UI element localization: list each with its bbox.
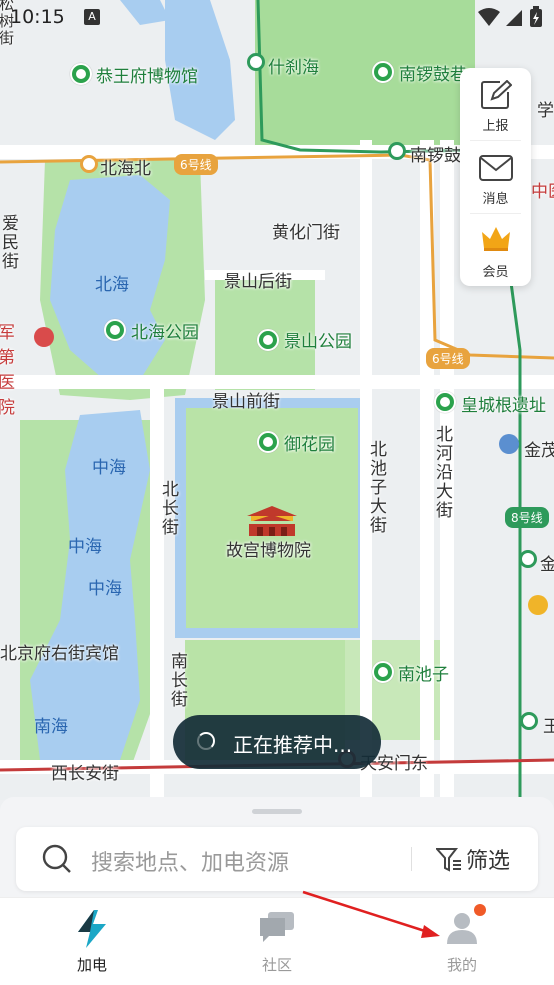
poi-label[interactable]: 南锣鼓巷	[399, 60, 467, 85]
poi-label[interactable]: 什刹海	[268, 53, 319, 78]
divider	[411, 847, 412, 871]
poi-label[interactable]: 学	[537, 96, 554, 121]
road-label: 黄化门街	[272, 223, 340, 243]
poi-label[interactable]: 景山公园	[284, 327, 352, 352]
tab-bar: 加电 社区 我的	[0, 897, 554, 985]
metro-station-icon	[520, 712, 538, 730]
poi-label[interactable]: 金茂	[524, 436, 554, 461]
map-float-panel: 上报 消息 会员	[460, 68, 531, 286]
drag-handle[interactable]	[252, 809, 302, 814]
camera-poi-icon	[257, 329, 279, 351]
road-label: 爱民街	[0, 214, 18, 271]
filter-button[interactable]: 筛选	[466, 843, 510, 875]
water-label: 北海	[95, 275, 129, 295]
tab-community[interactable]: 社区	[217, 898, 337, 985]
road-label: 西长安街	[51, 764, 119, 784]
status-icons	[476, 6, 546, 28]
water-label: 中海	[92, 458, 126, 478]
road-label: 景山后街	[224, 272, 292, 292]
poi-label[interactable]: 中医	[531, 177, 554, 202]
lightning-icon	[78, 910, 106, 948]
water-label: 中海	[68, 537, 102, 557]
message-label: 消息	[482, 192, 509, 207]
hospital-icon	[34, 327, 54, 347]
garden-poi-icon	[257, 431, 279, 453]
crown-icon	[482, 227, 510, 251]
loading-toast: 正在推荐中...	[173, 715, 381, 769]
status-time: 10:15	[10, 6, 65, 28]
road-label: 南长街	[167, 652, 187, 709]
tab-charge[interactable]: 加电	[32, 898, 152, 985]
tab-mine[interactable]: 我的	[402, 898, 522, 985]
metro-line-badge: 8号线	[505, 507, 549, 528]
notification-icon: A	[84, 9, 100, 25]
poi-yellow-icon	[528, 595, 548, 615]
poi-label[interactable]: 金	[540, 550, 554, 575]
metro-line-badge: 6号线	[174, 154, 218, 175]
search-bar[interactable]: 搜索地点、加电资源 筛选	[16, 827, 538, 891]
search-input[interactable]: 搜索地点、加电资源	[91, 845, 289, 877]
mail-icon	[479, 155, 513, 181]
report-label: 上报	[482, 119, 509, 134]
member-label: 会员	[482, 265, 509, 280]
report-button[interactable]: 上报	[460, 68, 531, 140]
poi-label[interactable]: 御花园	[284, 430, 335, 455]
hotel-icon	[499, 434, 519, 454]
wifi-icon	[478, 8, 500, 26]
camera-poi-icon	[372, 661, 394, 683]
bottom-sheet[interactable]: 搜索地点、加电资源 筛选	[0, 797, 554, 907]
tab-label: 我的	[446, 956, 477, 974]
water-label: 南海	[34, 717, 68, 737]
metro-station-icon	[519, 550, 537, 568]
edit-icon	[481, 80, 512, 109]
metro-station-icon	[388, 142, 406, 160]
poi-label[interactable]: 军第 医院	[0, 318, 28, 418]
road-label: 北池子大街	[366, 440, 386, 535]
metro-station-icon	[80, 155, 98, 173]
member-button[interactable]: 会员	[460, 214, 531, 286]
toast-text: 正在推荐中...	[233, 733, 353, 757]
poi-label[interactable]: 王	[543, 712, 554, 737]
poi-label[interactable]: 南池子	[398, 660, 449, 685]
user-icon	[447, 913, 477, 944]
poi-label[interactable]: 北京府右街宾馆	[0, 639, 119, 664]
tab-label: 社区	[261, 956, 292, 974]
road-label: 北河沿大街	[432, 425, 452, 520]
road-label: 景山前街	[212, 392, 280, 412]
palace-icon	[243, 504, 301, 538]
metro-station-icon	[247, 53, 265, 71]
road-label: 北海北	[100, 159, 151, 179]
loading-spinner-icon	[197, 732, 215, 750]
notification-badge	[474, 904, 486, 916]
tree-poi-icon	[434, 391, 456, 413]
road-label: 北长街	[158, 480, 178, 537]
poi-label[interactable]: 南锣鼓	[410, 141, 461, 166]
camera-poi-icon	[70, 63, 92, 85]
water-label: 中海	[88, 579, 122, 599]
message-button[interactable]: 消息	[460, 141, 531, 213]
signal-icon	[506, 10, 522, 26]
filter-icon[interactable]	[436, 847, 462, 873]
tab-label: 加电	[76, 956, 107, 974]
battery-icon	[530, 6, 542, 27]
search-icon	[42, 844, 71, 873]
poi-label[interactable]: 北海公园	[131, 318, 199, 343]
camera-poi-icon	[372, 61, 394, 83]
poi-label[interactable]: 恭王府博物馆	[96, 62, 198, 87]
chat-icon	[260, 912, 294, 942]
poi-label[interactable]: 皇城根遗址	[461, 391, 546, 416]
metro-line-badge: 6号线	[426, 348, 470, 369]
camera-poi-icon	[104, 319, 126, 341]
poi-label[interactable]: 故宫博物院	[226, 536, 311, 561]
